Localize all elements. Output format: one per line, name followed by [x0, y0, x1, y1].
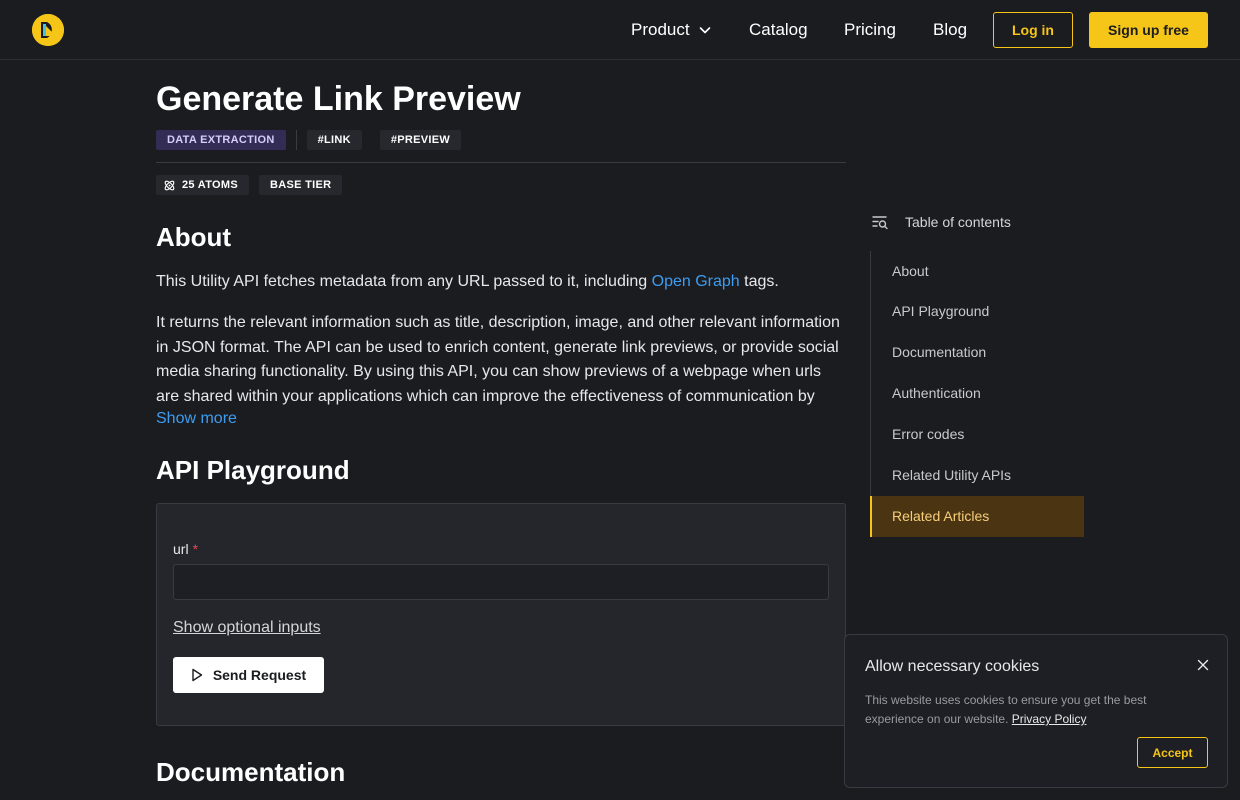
page-title: Generate Link Preview [156, 80, 521, 118]
brand-logo[interactable] [32, 14, 64, 46]
close-icon [1197, 659, 1209, 671]
toc-item-related-utility-apis[interactable]: Related Utility APIs [871, 455, 1084, 496]
cookie-message: This website uses cookies to ensure you … [865, 691, 1165, 729]
tag-list: DATA EXTRACTION #LINK #PREVIEW [156, 130, 462, 150]
top-navigation-bar: Product Catalog Pricing Blog Log in Sign… [0, 0, 1240, 60]
about-paragraph-1: This Utility API fetches metadata from a… [156, 270, 846, 295]
tag-link[interactable]: #LINK [306, 130, 362, 150]
category-tag[interactable]: DATA EXTRACTION [156, 130, 286, 150]
about-heading: About [156, 222, 232, 252]
show-more-link[interactable]: Show more [156, 409, 237, 429]
toc-item-documentation[interactable]: Documentation [871, 332, 1084, 373]
about-paragraph-2: It returns the relevant information such… [156, 314, 840, 405]
tag-divider [295, 130, 297, 150]
title-divider [156, 162, 846, 163]
login-button[interactable]: Log in [993, 12, 1073, 48]
toc-item-error-codes[interactable]: Error codes [871, 414, 1084, 455]
toc-item-related-articles[interactable]: Related Articles [870, 496, 1084, 537]
toc-header: Table of contents [871, 213, 1011, 231]
tag-preview[interactable]: #PREVIEW [379, 130, 462, 150]
toc-list: About API Playground Documentation Authe… [870, 251, 1084, 537]
send-request-label: Send Request [212, 667, 307, 683]
nav-product[interactable]: Product [631, 20, 712, 40]
play-icon [192, 668, 203, 682]
toc-item-api-playground[interactable]: API Playground [871, 291, 1084, 332]
toc-search-icon [872, 216, 888, 230]
url-label-text: url [173, 541, 189, 557]
cookie-text-body: This website uses cookies to ensure you … [865, 693, 1147, 726]
toc-item-about[interactable]: About [871, 251, 1084, 291]
api-playground-panel: url * Show optional inputs Send Request [156, 503, 846, 726]
documentation-heading: Documentation [156, 757, 346, 787]
url-input[interactable] [173, 564, 829, 600]
chevron-down-icon [699, 27, 710, 34]
tier-badge: BASE TIER [259, 175, 343, 195]
logo-icon [32, 14, 64, 46]
toc-title: Table of contents [905, 214, 1011, 230]
toc-item-authentication[interactable]: Authentication [871, 373, 1084, 414]
open-graph-link[interactable]: Open Graph [652, 273, 740, 290]
cookie-close-button[interactable] [1193, 655, 1213, 675]
about-p1-text-before: This Utility API fetches metadata from a… [156, 273, 652, 290]
nav-product-label: Product [631, 20, 690, 39]
about-p1-text-after: tags. [739, 273, 779, 290]
cookie-banner: Allow necessary cookies This website use… [844, 634, 1228, 788]
send-request-button[interactable]: Send Request [173, 657, 324, 693]
atoms-count: 25 ATOMS [182, 179, 238, 191]
signup-button[interactable]: Sign up free [1089, 12, 1208, 48]
required-mark: * [192, 541, 199, 557]
nav-blog[interactable]: Blog [933, 20, 967, 40]
meta-badges: 25 ATOMS BASE TIER [156, 175, 343, 195]
cookie-title: Allow necessary cookies [865, 658, 1040, 675]
nav-pricing[interactable]: Pricing [844, 20, 896, 40]
show-optional-inputs-link[interactable]: Show optional inputs [173, 619, 321, 637]
nav-catalog[interactable]: Catalog [749, 20, 808, 40]
privacy-policy-link[interactable]: Privacy Policy [1012, 712, 1087, 726]
url-field-label: url * [173, 541, 198, 557]
accept-cookies-button[interactable]: Accept [1137, 737, 1208, 768]
atoms-badge: 25 ATOMS [156, 175, 249, 195]
playground-heading: API Playground [156, 455, 350, 485]
atom-icon [164, 180, 175, 190]
